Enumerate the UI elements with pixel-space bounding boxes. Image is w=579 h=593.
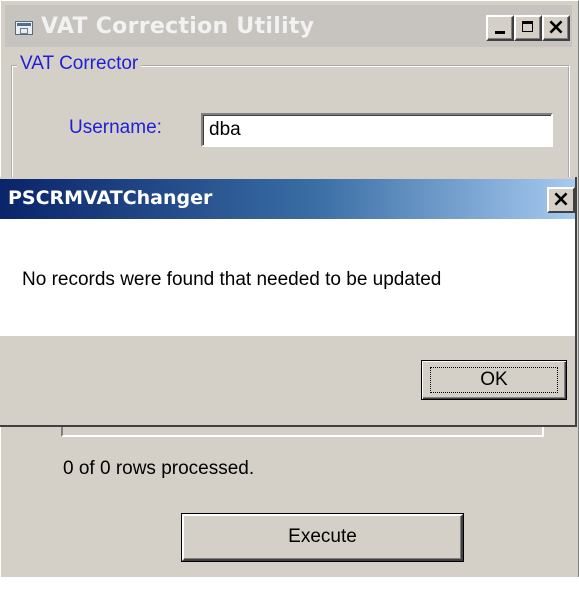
- message-dialog: PSCRMVATChanger × No records were found …: [0, 177, 577, 427]
- dialog-message: No records were found that needed to be …: [22, 269, 442, 290]
- ok-button[interactable]: OK: [421, 360, 567, 400]
- username-input[interactable]: [201, 113, 553, 147]
- window-bottom-edge: [0, 577, 579, 593]
- app-window-icon: [15, 21, 33, 35]
- dialog-body: No records were found that needed to be …: [0, 219, 575, 336]
- execute-button[interactable]: Execute: [181, 513, 464, 562]
- close-icon: ×: [546, 15, 566, 40]
- minimize-icon: [495, 31, 505, 34]
- rows-processed-status: 0 of 0 rows processed.: [63, 458, 255, 479]
- minimize-button[interactable]: [486, 15, 514, 41]
- main-titlebar[interactable]: VAT Correction Utility ×: [5, 5, 572, 47]
- maximize-button[interactable]: [514, 15, 542, 41]
- username-label: Username:: [69, 117, 162, 138]
- ok-label: OK: [480, 369, 508, 390]
- close-icon: ×: [551, 187, 571, 212]
- group-label: VAT Corrector: [17, 53, 142, 75]
- close-button[interactable]: ×: [542, 15, 570, 41]
- dialog-title: PSCRMVATChanger: [8, 187, 213, 209]
- dialog-close-button[interactable]: ×: [547, 187, 575, 213]
- maximize-icon: [522, 21, 533, 32]
- window-title: VAT Correction Utility: [41, 14, 315, 39]
- dialog-titlebar[interactable]: PSCRMVATChanger ×: [0, 179, 575, 219]
